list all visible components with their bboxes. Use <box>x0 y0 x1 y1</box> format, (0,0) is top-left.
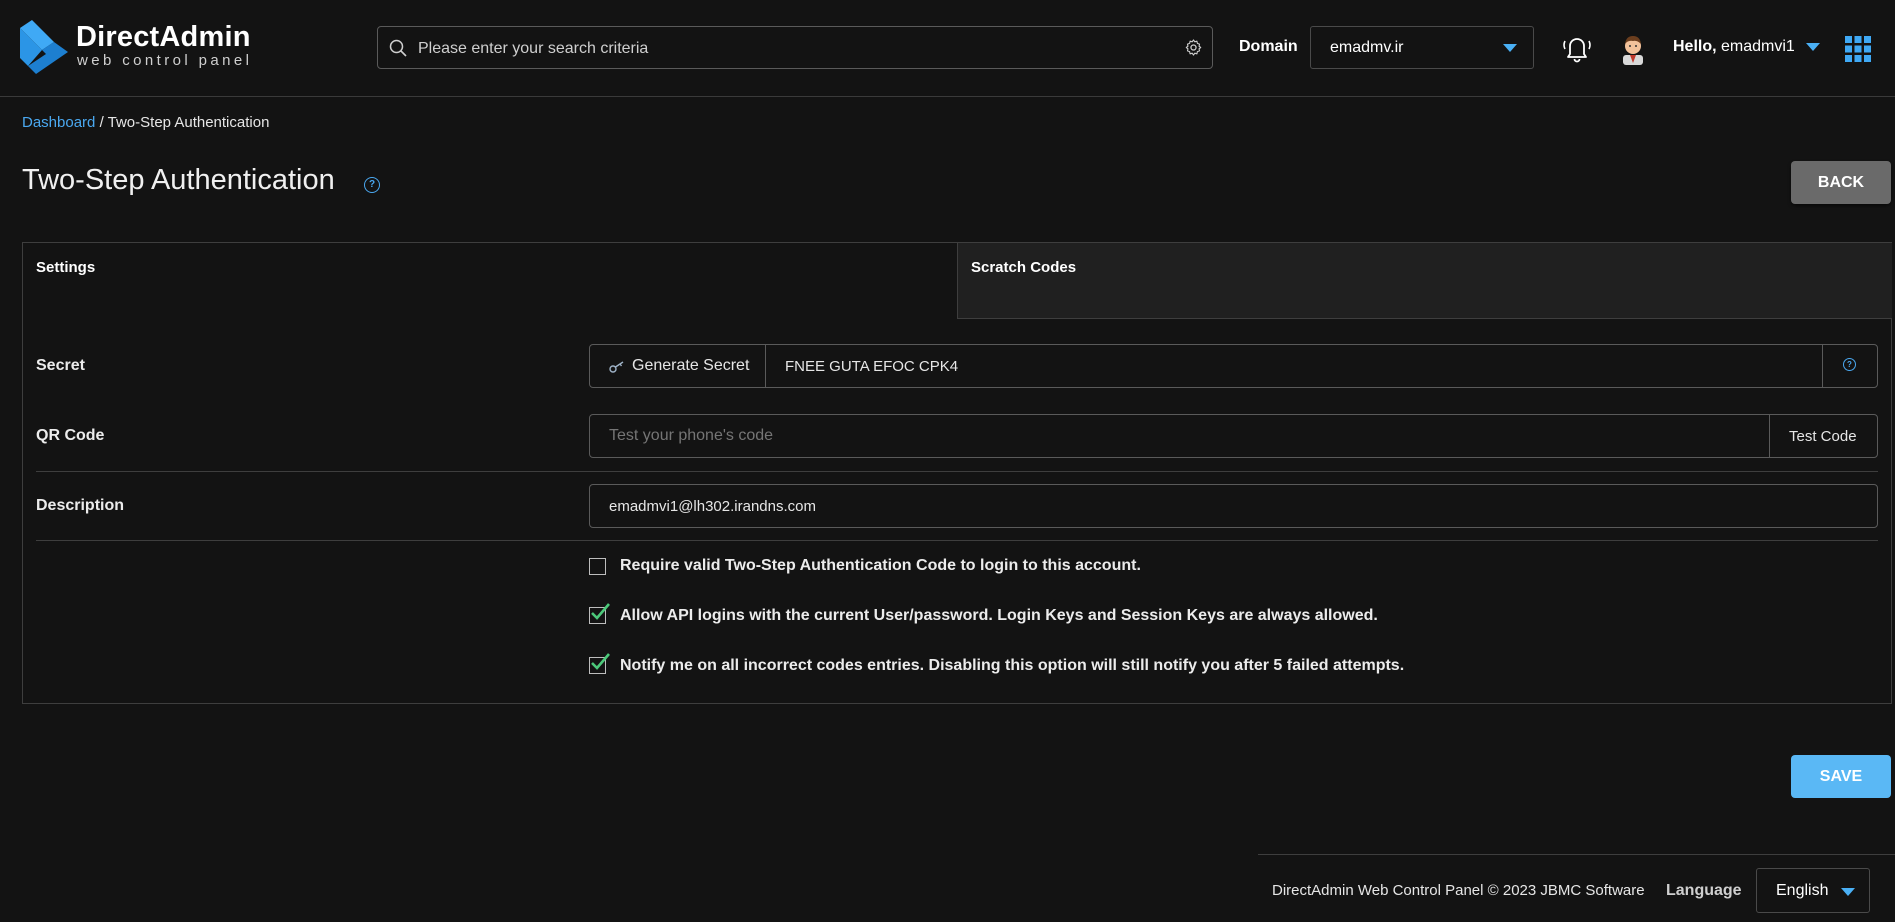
description-label: Description <box>36 497 125 514</box>
help-icon[interactable]: ? <box>364 177 380 193</box>
username: emadmvi1 <box>1721 38 1795 55</box>
chevron-down-icon <box>1841 888 1855 896</box>
breadcrumb-dashboard-link[interactable]: Dashboard <box>22 114 95 131</box>
page-title: Two-Step Authentication <box>22 164 335 196</box>
tab-settings-label: Settings <box>36 259 96 276</box>
generate-secret-label: Generate Secret <box>632 357 750 374</box>
apps-grid-icon[interactable] <box>1845 36 1871 62</box>
allow-api-logins-label: Allow API logins with the current User/p… <box>620 607 1378 624</box>
qr-test-code-input[interactable] <box>589 414 1770 458</box>
tab-scratch-codes-label: Scratch Codes <box>971 259 1077 276</box>
language-value: English <box>1776 882 1829 899</box>
save-button[interactable]: SAVE <box>1791 755 1891 798</box>
allow-api-logins-checkbox[interactable] <box>589 603 610 624</box>
search-icon <box>389 39 407 57</box>
description-field[interactable]: emadmvi1@lh302.irandns.com <box>589 484 1878 528</box>
generate-secret-button[interactable]: Generate Secret <box>589 344 766 388</box>
test-code-button[interactable]: Test Code <box>1769 414 1878 458</box>
tab-settings[interactable]: Settings <box>23 243 957 319</box>
key-icon <box>609 361 624 373</box>
search-input[interactable] <box>416 27 1160 70</box>
gear-icon[interactable] <box>1184 38 1203 57</box>
require-2fa-checkbox[interactable] <box>589 558 606 575</box>
secret-field[interactable]: FNEE GUTA EFOC CPK4 <box>765 344 1823 388</box>
domain-value: emadmv.ir <box>1330 39 1404 56</box>
secret-value: FNEE GUTA EFOC CPK4 <box>785 358 959 375</box>
avatar[interactable] <box>1617 31 1649 65</box>
checkmark-icon <box>591 653 610 670</box>
checkmark-icon <box>591 603 610 620</box>
chevron-down-icon <box>1503 44 1517 52</box>
bell-icon[interactable] <box>1561 32 1593 64</box>
require-2fa-label: Require valid Two-Step Authentication Co… <box>620 557 1141 574</box>
domain-select[interactable]: emadmv.ir <box>1310 26 1534 69</box>
footer-copyright: DirectAdmin Web Control Panel © 2023 JBM… <box>1272 882 1645 899</box>
row-divider <box>36 471 1878 472</box>
secret-label: Secret <box>36 357 85 374</box>
breadcrumb: Dashboard / Two-Step Authentication <box>22 114 269 131</box>
brand-subtitle: web control panel <box>77 52 253 69</box>
breadcrumb-separator: / <box>99 114 104 131</box>
directadmin-logo-icon[interactable] <box>20 20 68 74</box>
tab-scratch-codes[interactable]: Scratch Codes <box>957 243 1892 319</box>
language-select[interactable]: English <box>1756 868 1870 913</box>
footer-divider <box>1258 854 1895 855</box>
hello-prefix: Hello, <box>1673 38 1717 55</box>
back-button[interactable]: BACK <box>1791 161 1891 204</box>
description-value: emadmvi1@lh302.irandns.com <box>609 498 816 515</box>
notify-incorrect-codes-label: Notify me on all incorrect codes entries… <box>620 657 1405 674</box>
search-box[interactable] <box>377 26 1213 70</box>
question-icon: ? <box>1843 358 1856 371</box>
qr-code-label: QR Code <box>36 427 105 444</box>
user-menu-chevron-icon[interactable] <box>1806 43 1820 51</box>
brand-name: DirectAdmin <box>76 21 251 53</box>
notify-incorrect-codes-checkbox[interactable] <box>589 653 610 674</box>
test-code-label: Test Code <box>1789 428 1857 445</box>
language-label: Language <box>1666 882 1742 899</box>
breadcrumb-current: Two-Step Authentication <box>107 114 270 131</box>
secret-help-button[interactable]: ? <box>1822 344 1878 388</box>
user-greeting[interactable]: Hello, emadmvi1 <box>1673 38 1795 56</box>
domain-label: Domain <box>1239 38 1298 55</box>
row-divider <box>36 540 1878 541</box>
